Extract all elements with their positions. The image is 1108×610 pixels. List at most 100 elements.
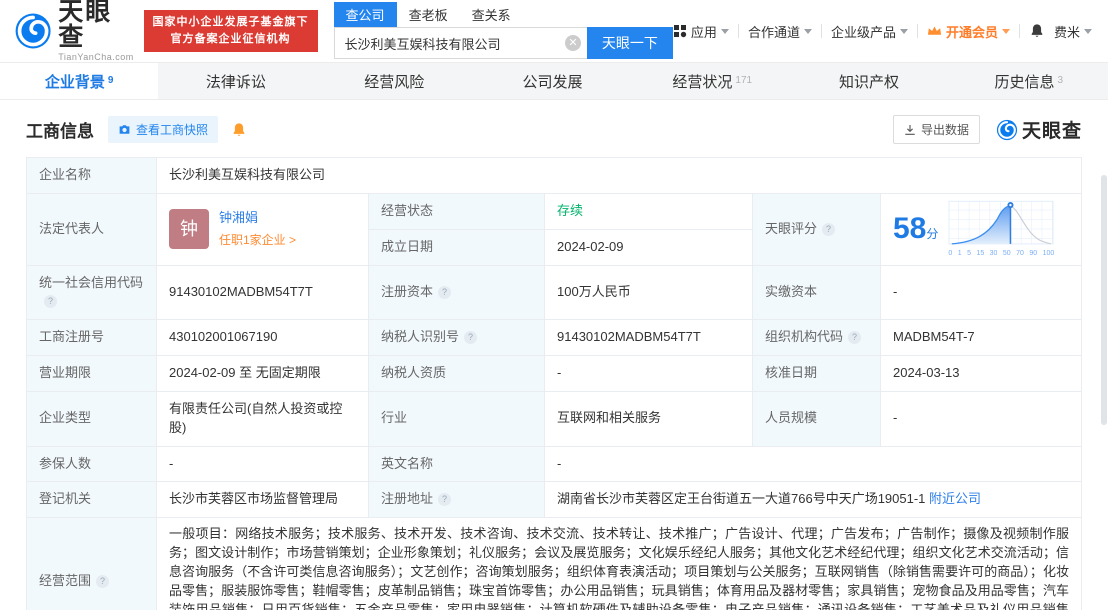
business-scope-label: 经营范围?	[27, 518, 157, 610]
search-input[interactable]	[334, 27, 587, 59]
business-scope-value: 一般项目：网络技术服务；技术服务、技术开发、技术咨询、技术交流、技术转让、技术推…	[157, 518, 1082, 610]
crown-icon	[927, 25, 942, 37]
search-tab-company[interactable]: 查公司	[334, 2, 397, 27]
legal-rep-avatar[interactable]: 钟	[169, 209, 209, 249]
chevron-down-icon	[804, 29, 812, 34]
industry-value: 互联网和相关服务	[545, 391, 753, 446]
reg-authority-label: 登记机关	[27, 482, 157, 518]
approve-date-label: 核准日期	[753, 356, 881, 392]
business-term-value: 2024-02-09 至 无固定期限	[157, 356, 369, 392]
company-tab-bar: 企业背景9 法律诉讼 经营风险 公司发展 经营状况171 知识产权 历史信息3	[0, 62, 1108, 100]
paid-capital-label: 实缴资本	[753, 265, 881, 320]
notification-bell-icon[interactable]	[1029, 23, 1045, 39]
score-value: 58	[893, 212, 926, 245]
score-label-cell: 天眼评分?	[753, 193, 881, 265]
table-row: 经营范围? 一般项目：网络技术服务；技术服务、技术开发、技术咨询、技术交流、技术…	[27, 518, 1082, 610]
export-data-button[interactable]: 导出数据	[893, 115, 980, 144]
status-label: 经营状态	[369, 193, 545, 229]
industry-label: 行业	[369, 391, 545, 446]
logo-title: 天眼查	[58, 0, 135, 50]
table-row: 企业类型 有限责任公司(自然人投资或控股) 行业 互联网和相关服务 人员规模 -	[27, 391, 1082, 446]
tianyancha-logo[interactable]: 天眼查 TianYanCha.com	[14, 0, 136, 62]
tab-legal-proceedings[interactable]: 法律诉讼	[158, 63, 316, 99]
nav-user[interactable]: 费米	[1054, 22, 1092, 41]
divider	[821, 24, 822, 38]
credit-code-value: 91430102MADBM54T7T	[157, 265, 369, 320]
legal-rep-companies-link[interactable]: 任职1家企业 >	[219, 232, 296, 249]
table-row: 统一社会信用代码? 91430102MADBM54T7T 注册资本? 100万人…	[27, 265, 1082, 320]
tab-company-development[interactable]: 公司发展	[475, 63, 633, 99]
help-icon[interactable]: ?	[464, 331, 477, 344]
search-tab-boss[interactable]: 查老板	[397, 2, 460, 27]
nav-enterprise-products[interactable]: 企业级产品	[831, 22, 908, 41]
tianyancha-company-page: 天眼查 TianYanCha.com 国家中小企业发展子基金旗下 官方备案企业征…	[0, 0, 1108, 610]
taxpayer-quality-label: 纳税人资质	[369, 356, 545, 392]
table-row: 工商注册号 430102001067190 纳税人识别号? 91430102MA…	[27, 320, 1082, 356]
company-name-label: 企业名称	[27, 158, 157, 194]
clear-icon[interactable]: ✕	[565, 35, 581, 51]
reg-number-value: 430102001067190	[157, 320, 369, 356]
table-row: 营业期限 2024-02-09 至 无固定期限 纳税人资质 - 核准日期 202…	[27, 356, 1082, 392]
alert-bell-icon[interactable]	[231, 122, 247, 138]
tab-business-risk[interactable]: 经营风险	[317, 63, 475, 99]
table-row: 登记机关 长沙市芙蓉区市场监督管理局 注册地址? 湖南省长沙市芙蓉区定王台街道五…	[27, 482, 1082, 518]
reg-number-label: 工商注册号	[27, 320, 157, 356]
status-value: 存续	[545, 193, 753, 229]
org-code-label: 组织机构代码?	[753, 320, 881, 356]
chevron-down-icon	[1084, 29, 1092, 34]
org-code-value: MADBM54T-7	[881, 320, 1082, 356]
search-tabs: 查公司 查老板 查关系	[334, 4, 673, 27]
table-row: 参保人数 - 英文名称 -	[27, 446, 1082, 482]
tianyancha-watermark-icon	[996, 119, 1018, 141]
tab-intellectual-property[interactable]: 知识产权	[791, 63, 949, 99]
help-icon[interactable]: ?	[96, 575, 109, 588]
tab-operating-status[interactable]: 经营状况171	[633, 63, 791, 99]
section-title: 工商信息	[26, 117, 94, 142]
tab-history-info[interactable]: 历史信息3	[950, 63, 1108, 99]
english-name-value: -	[545, 446, 1082, 482]
nav-apps[interactable]: 应用	[673, 22, 729, 41]
company-name-value: 长沙利美互娱科技有限公司	[157, 158, 1082, 194]
insured-count-label: 参保人数	[27, 446, 157, 482]
divider	[1019, 24, 1020, 38]
score-chart-ticks: 0151530507090100	[948, 249, 1054, 259]
staff-size-label: 人员规模	[753, 391, 881, 446]
help-icon[interactable]: ?	[438, 286, 451, 299]
scrollbar-thumb[interactable]	[1101, 175, 1107, 425]
help-icon[interactable]: ?	[44, 295, 57, 308]
english-name-label: 英文名称	[369, 446, 545, 482]
business-info-table: 企业名称 长沙利美互娱科技有限公司 法定代表人 钟 钟湘娟 任职1家企业 > 经…	[26, 157, 1082, 610]
reg-capital-label: 注册资本?	[369, 265, 545, 320]
logo-subtitle: TianYanCha.com	[58, 52, 135, 62]
tianyancha-watermark: 天眼查	[996, 116, 1082, 143]
score-cell[interactable]: 58分	[881, 193, 1082, 265]
legal-rep-cell: 钟 钟湘娟 任职1家企业 >	[157, 193, 369, 265]
certification-badge: 国家中小企业发展子基金旗下 官方备案企业征信机构	[144, 10, 318, 52]
nav-open-vip[interactable]: 开通会员	[927, 22, 1010, 41]
establish-date-label: 成立日期	[369, 229, 545, 265]
credit-code-label: 统一社会信用代码?	[27, 265, 157, 320]
tab-company-background[interactable]: 企业背景9	[0, 63, 158, 99]
help-icon[interactable]: ?	[848, 331, 861, 344]
divider	[917, 24, 918, 38]
company-type-value: 有限责任公司(自然人投资或控股)	[157, 391, 369, 446]
business-term-label: 营业期限	[27, 356, 157, 392]
search-button[interactable]: 天眼一下	[587, 27, 673, 59]
search-tab-relation[interactable]: 查关系	[460, 2, 523, 27]
nav-partner-channel[interactable]: 合作通道	[748, 22, 812, 41]
help-icon[interactable]: ?	[438, 493, 451, 506]
approve-date-value: 2024-03-13	[881, 356, 1082, 392]
top-nav: 应用 合作通道 企业级产品 开通会员	[673, 22, 1092, 41]
help-icon[interactable]: ?	[822, 223, 835, 236]
top-header: 天眼查 TianYanCha.com 国家中小企业发展子基金旗下 官方备案企业征…	[0, 0, 1108, 62]
search-area: 查公司 查老板 查关系 ✕ 天眼一下	[334, 4, 673, 59]
legal-rep-name-link[interactable]: 钟湘娟	[219, 210, 258, 225]
tianyancha-logo-icon	[14, 11, 52, 51]
company-type-label: 企业类型	[27, 391, 157, 446]
reg-capital-value: 100万人民币	[545, 265, 753, 320]
nearby-companies-link[interactable]: 附近公司	[929, 491, 981, 506]
staff-size-value: -	[881, 391, 1082, 446]
reg-address-value: 湖南省长沙市芙蓉区定王台街道五一大道766号中天广场19051-1 附近公司	[545, 482, 1082, 518]
snapshot-button[interactable]: 查看工商快照	[108, 116, 218, 143]
reg-address-label: 注册地址?	[369, 482, 545, 518]
